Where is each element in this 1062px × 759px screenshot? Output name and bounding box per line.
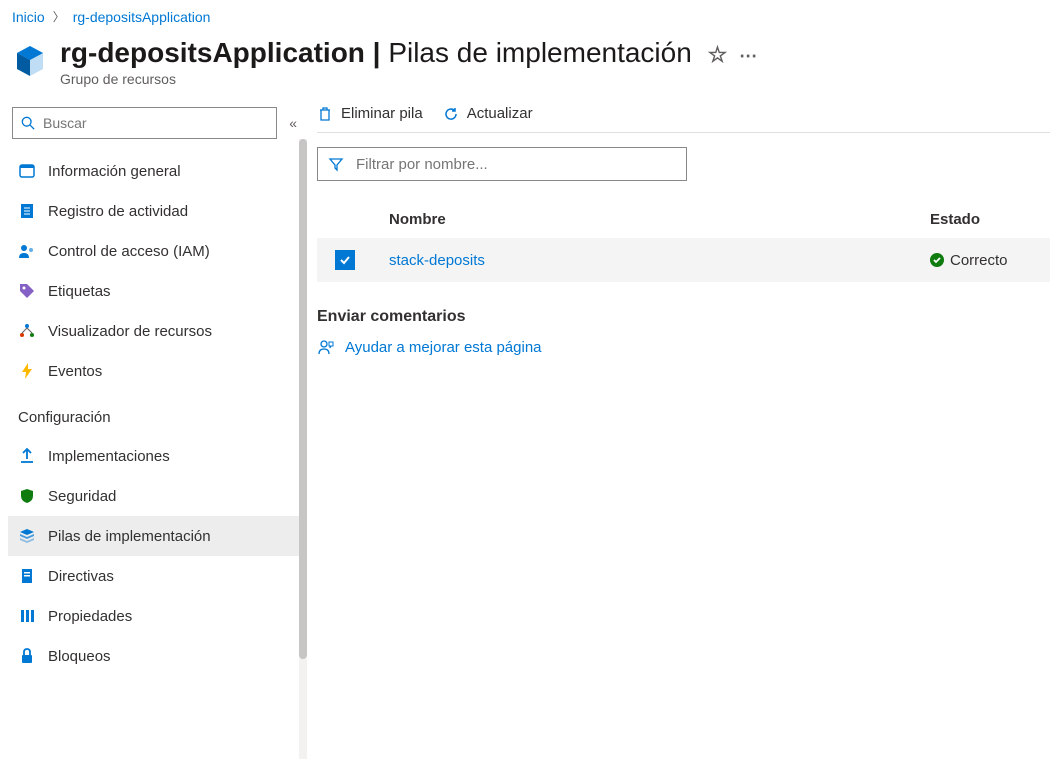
feedback-section: Enviar comentarios Ayudar a mejorar esta… <box>317 308 1050 356</box>
sidebar-search[interactable] <box>12 107 277 139</box>
sidebar-item-label: Eventos <box>48 363 102 380</box>
sidebar-item-security[interactable]: Seguridad <box>8 476 305 516</box>
shield-icon <box>18 487 36 505</box>
table-header: Nombre Estado <box>317 201 1050 238</box>
search-icon <box>21 116 35 130</box>
breadcrumb-current[interactable]: rg-depositsApplication <box>73 9 211 25</box>
page-title: rg-depositsApplication | Pilas de implem… <box>60 37 757 69</box>
sidebar-section-config: Configuración <box>8 391 305 436</box>
iam-icon <box>18 242 36 260</box>
sidebar-item-label: Implementaciones <box>48 448 170 465</box>
visualizer-icon <box>18 322 36 340</box>
sidebar-item-visualizer[interactable]: Visualizador de recursos <box>8 311 305 351</box>
sidebar-config-menu: Implementaciones Seguridad Pilas de impl… <box>8 436 305 676</box>
sidebar-item-overview[interactable]: Información general <box>8 151 305 191</box>
sidebar-item-label: Seguridad <box>48 488 116 505</box>
policy-icon <box>18 567 36 585</box>
feedback-title: Enviar comentarios <box>317 308 1050 326</box>
sidebar-item-deployment-stacks[interactable]: Pilas de implementación <box>8 516 305 556</box>
overview-icon <box>18 162 36 180</box>
delete-stack-button[interactable]: Eliminar pila <box>317 105 423 122</box>
sidebar-item-label: Control de acceso (IAM) <box>48 243 210 260</box>
toolbar: Eliminar pila Actualizar <box>317 99 1050 133</box>
sidebar-item-label: Visualizador de recursos <box>48 323 212 340</box>
refresh-icon <box>443 106 459 122</box>
filter-icon <box>328 156 344 172</box>
main-content: Eliminar pila Actualizar Nombre Estado s… <box>305 99 1062 684</box>
sidebar-item-tags[interactable]: Etiquetas <box>8 271 305 311</box>
row-checkbox[interactable] <box>335 250 355 270</box>
chevron-right-icon: 〉 <box>53 8 65 25</box>
feedback-link[interactable]: Ayudar a mejorar esta página <box>317 338 1050 356</box>
resource-group-icon <box>12 43 48 79</box>
props-icon <box>18 607 36 625</box>
refresh-button[interactable]: Actualizar <box>443 105 533 122</box>
sidebar-item-deployments[interactable]: Implementaciones <box>8 436 305 476</box>
sidebar-item-label: Directivas <box>48 568 114 585</box>
sidebar-menu: Información general Registro de activida… <box>8 151 305 391</box>
sidebar-item-label: Registro de actividad <box>48 203 188 220</box>
sidebar-item-events[interactable]: Eventos <box>8 351 305 391</box>
stack-icon <box>18 527 36 545</box>
table-row[interactable]: stack-deposits Correcto <box>317 238 1050 282</box>
deploy-icon <box>18 447 36 465</box>
sidebar-item-policies[interactable]: Directivas <box>8 556 305 596</box>
breadcrumb: Inicio 〉 rg-depositsApplication <box>0 0 1062 33</box>
col-name[interactable]: Nombre <box>389 211 930 228</box>
lock-icon <box>18 647 36 665</box>
success-icon <box>930 253 944 267</box>
trash-icon <box>317 106 333 122</box>
sidebar-item-label: Información general <box>48 163 181 180</box>
person-feedback-icon <box>317 338 335 356</box>
sidebar-item-label: Bloqueos <box>48 648 111 665</box>
sidebar-item-label: Pilas de implementación <box>48 528 211 545</box>
tags-icon <box>18 282 36 300</box>
sidebar-item-iam[interactable]: Control de acceso (IAM) <box>8 231 305 271</box>
sidebar-item-label: Etiquetas <box>48 283 111 300</box>
more-icon[interactable]: ⋯ <box>739 46 757 66</box>
favorite-icon[interactable]: ☆ <box>708 42 728 67</box>
events-icon <box>18 362 36 380</box>
stack-name-link[interactable]: stack-deposits <box>389 252 485 269</box>
filter-box[interactable] <box>317 147 687 181</box>
col-status[interactable]: Estado <box>930 211 1050 228</box>
resource-type-label: Grupo de recursos <box>60 71 757 87</box>
page-header: rg-depositsApplication | Pilas de implem… <box>0 33 1062 99</box>
search-input[interactable] <box>43 115 268 131</box>
sidebar-item-label: Propiedades <box>48 608 132 625</box>
sidebar-item-activity-log[interactable]: Registro de actividad <box>8 191 305 231</box>
collapse-sidebar-icon[interactable]: « <box>285 111 301 135</box>
sidebar: « Información general Registro de activi… <box>0 99 305 684</box>
filter-input[interactable] <box>356 156 676 173</box>
sidebar-scrollbar[interactable] <box>299 139 307 759</box>
sidebar-item-properties[interactable]: Propiedades <box>8 596 305 636</box>
breadcrumb-home[interactable]: Inicio <box>12 9 45 25</box>
log-icon <box>18 202 36 220</box>
status-text: Correcto <box>950 252 1008 269</box>
sidebar-item-locks[interactable]: Bloqueos <box>8 636 305 676</box>
